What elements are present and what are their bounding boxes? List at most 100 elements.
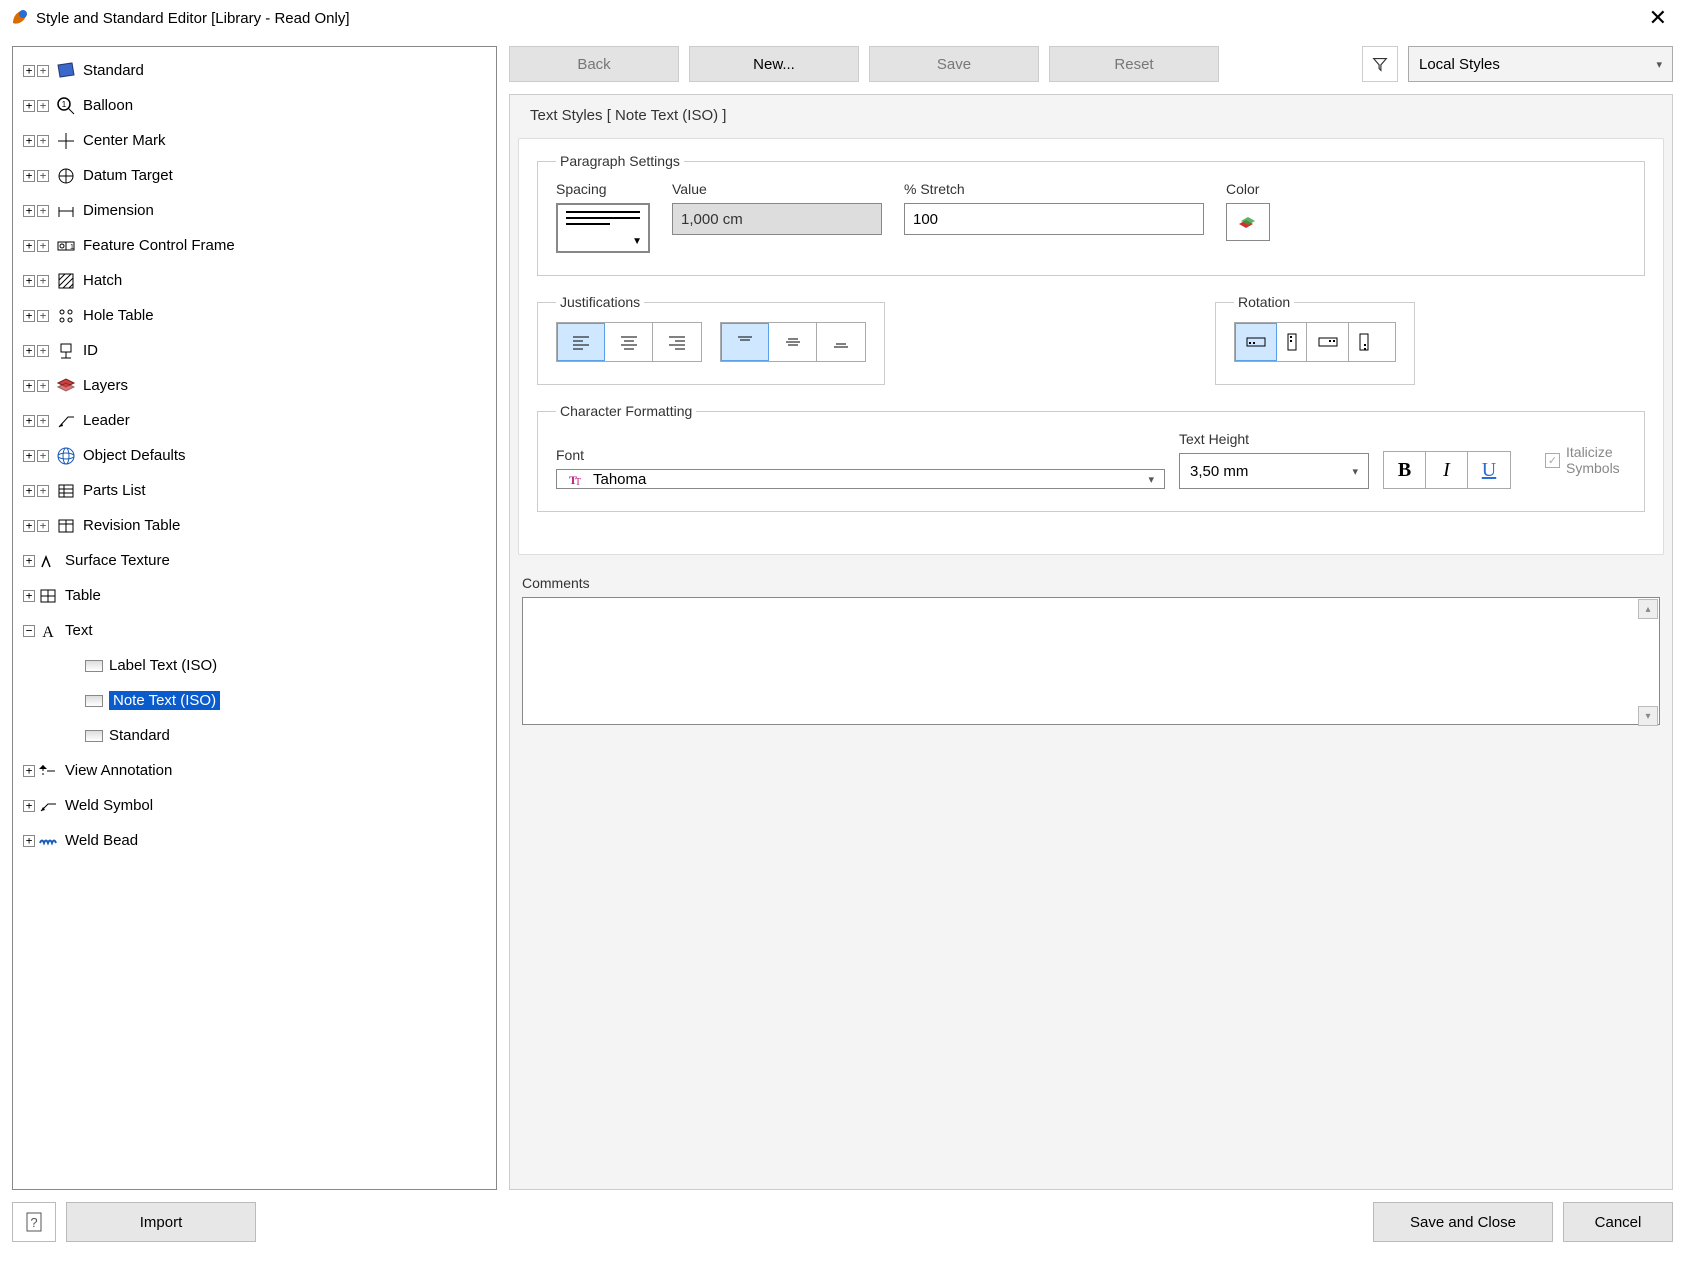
tree-item-datum[interactable]: ++Datum Target — [17, 158, 492, 193]
hatch-icon — [55, 270, 77, 292]
justifications-group: Justifications — [537, 294, 885, 385]
balloon-icon: 1 — [55, 95, 77, 117]
tree-item-weldbead[interactable]: +Weld Bead — [17, 823, 492, 858]
styles-filter-select[interactable]: Local Styles ▾ — [1408, 46, 1673, 82]
stretch-label: % Stretch — [904, 181, 1204, 197]
spacing-dropdown[interactable]: ▼ — [556, 203, 650, 253]
spacing-label: Spacing — [556, 181, 650, 197]
tree-item-table[interactable]: +Table — [17, 578, 492, 613]
justify-left-button[interactable] — [557, 323, 605, 361]
rotation-0-button[interactable] — [1235, 323, 1277, 361]
italicize-symbols-checkbox[interactable]: ✓ Italicize Symbols — [1545, 444, 1626, 476]
tree-item-balloon[interactable]: ++1Balloon — [17, 88, 492, 123]
expand-toggle[interactable]: + — [23, 65, 35, 77]
book-icon — [55, 60, 77, 82]
close-button[interactable]: ✕ — [1641, 5, 1675, 31]
datum-icon — [55, 165, 77, 187]
rotation-270-button[interactable] — [1349, 323, 1379, 361]
tree-item-revtable[interactable]: ++Revision Table — [17, 508, 492, 543]
table-icon — [37, 585, 59, 607]
chevron-down-icon: ▾ — [1656, 58, 1662, 71]
tree-item-leader[interactable]: ++Leader — [17, 403, 492, 438]
svg-text:A: A — [42, 624, 54, 641]
help-icon: ? — [24, 1211, 44, 1233]
font-label: Font — [556, 447, 1165, 463]
text-height-select[interactable]: 3,50 mm ▾ — [1179, 453, 1369, 489]
font-select[interactable]: TT Tahoma ▾ — [556, 469, 1165, 489]
justify-top-button[interactable] — [721, 323, 769, 361]
tree-item-dimension[interactable]: ++Dimension — [17, 193, 492, 228]
leader-icon — [55, 410, 77, 432]
cancel-button[interactable]: Cancel — [1563, 1202, 1673, 1242]
comments-textarea[interactable] — [522, 597, 1660, 725]
reset-button[interactable]: Reset — [1049, 46, 1219, 82]
dimension-icon — [55, 200, 77, 222]
text-height-label: Text Height — [1179, 431, 1369, 447]
tree-item-centermark[interactable]: ++Center Mark — [17, 123, 492, 158]
import-button[interactable]: Import — [66, 1202, 256, 1242]
spacing-value-input — [672, 203, 882, 235]
color-button[interactable] — [1226, 203, 1270, 241]
child-icon — [85, 730, 103, 742]
justify-right-button[interactable] — [653, 323, 701, 361]
tree-item-text[interactable]: −AText — [17, 613, 492, 648]
checkbox-icon: ✓ — [1545, 453, 1560, 468]
help-button[interactable]: ? — [12, 1202, 56, 1242]
app-icon — [10, 8, 30, 28]
filter-button[interactable] — [1362, 46, 1398, 82]
window-title: Style and Standard Editor [Library - Rea… — [36, 10, 350, 27]
save-button[interactable]: Save — [869, 46, 1039, 82]
tree-child-standard[interactable]: Standard — [17, 718, 492, 753]
tree-item-holetable[interactable]: ++Hole Table — [17, 298, 492, 333]
partslist-icon — [55, 480, 77, 502]
bold-button[interactable]: B — [1384, 452, 1426, 488]
stretch-input[interactable] — [904, 203, 1204, 235]
section-title: Text Styles [ Note Text (ISO) ] — [530, 107, 1664, 124]
rotation-button-group — [1234, 322, 1396, 362]
color-layers-icon — [1236, 212, 1260, 232]
new-button[interactable]: New... — [689, 46, 859, 82]
id-icon — [55, 340, 77, 362]
surface-icon — [37, 550, 59, 572]
character-formatting-group: Character Formatting Font TT Tahoma ▾ — [537, 403, 1645, 512]
tree-item-weldsym[interactable]: +Weld Symbol — [17, 788, 492, 823]
scroll-up-button[interactable]: ▴ — [1638, 599, 1658, 619]
vert-justify-group — [720, 322, 866, 362]
child-icon — [85, 695, 103, 707]
underline-button[interactable]: U — [1468, 452, 1510, 488]
tree-item-standard[interactable]: ++Standard — [17, 53, 492, 88]
italic-button[interactable]: I — [1426, 452, 1468, 488]
text-icon: A — [37, 620, 59, 642]
style-tree[interactable]: ++Standard ++1Balloon ++Center Mark ++Da… — [12, 46, 497, 1190]
save-and-close-button[interactable]: Save and Close — [1373, 1202, 1553, 1242]
justify-center-button[interactable] — [605, 323, 653, 361]
fcf-icon: 1 — [55, 235, 77, 257]
child-icon — [85, 660, 103, 672]
weldbead-icon — [37, 830, 59, 852]
paragraph-settings-group: Paragraph Settings Spacing ▼ Value — [537, 153, 1645, 276]
justify-bottom-button[interactable] — [817, 323, 865, 361]
scroll-down-button[interactable]: ▾ — [1638, 706, 1658, 726]
tree-child-labeltext[interactable]: Label Text (ISO) — [17, 648, 492, 683]
tree-item-id[interactable]: ++ID — [17, 333, 492, 368]
svg-text:T: T — [575, 477, 581, 488]
tree-item-partslist[interactable]: ++Parts List — [17, 473, 492, 508]
rotation-180-button[interactable] — [1307, 323, 1349, 361]
layers-icon — [55, 375, 77, 397]
rotation-90-button[interactable] — [1277, 323, 1307, 361]
back-button[interactable]: Back — [509, 46, 679, 82]
viewann-icon — [37, 760, 59, 782]
tree-item-hatch[interactable]: ++Hatch — [17, 263, 492, 298]
tree-item-layers[interactable]: ++Layers — [17, 368, 492, 403]
collapse-toggle[interactable]: − — [23, 625, 35, 637]
add-icon[interactable]: + — [37, 65, 49, 77]
svg-text:1: 1 — [62, 100, 67, 109]
tree-item-surface[interactable]: +Surface Texture — [17, 543, 492, 578]
tree-child-notetext[interactable]: Note Text (ISO) — [17, 683, 492, 718]
tree-item-fcf[interactable]: ++1Feature Control Frame — [17, 228, 492, 263]
tree-item-viewann[interactable]: +View Annotation — [17, 753, 492, 788]
svg-text:?: ? — [30, 1215, 37, 1230]
revtable-icon — [55, 515, 77, 537]
justify-middle-button[interactable] — [769, 323, 817, 361]
tree-item-objdefaults[interactable]: ++Object Defaults — [17, 438, 492, 473]
